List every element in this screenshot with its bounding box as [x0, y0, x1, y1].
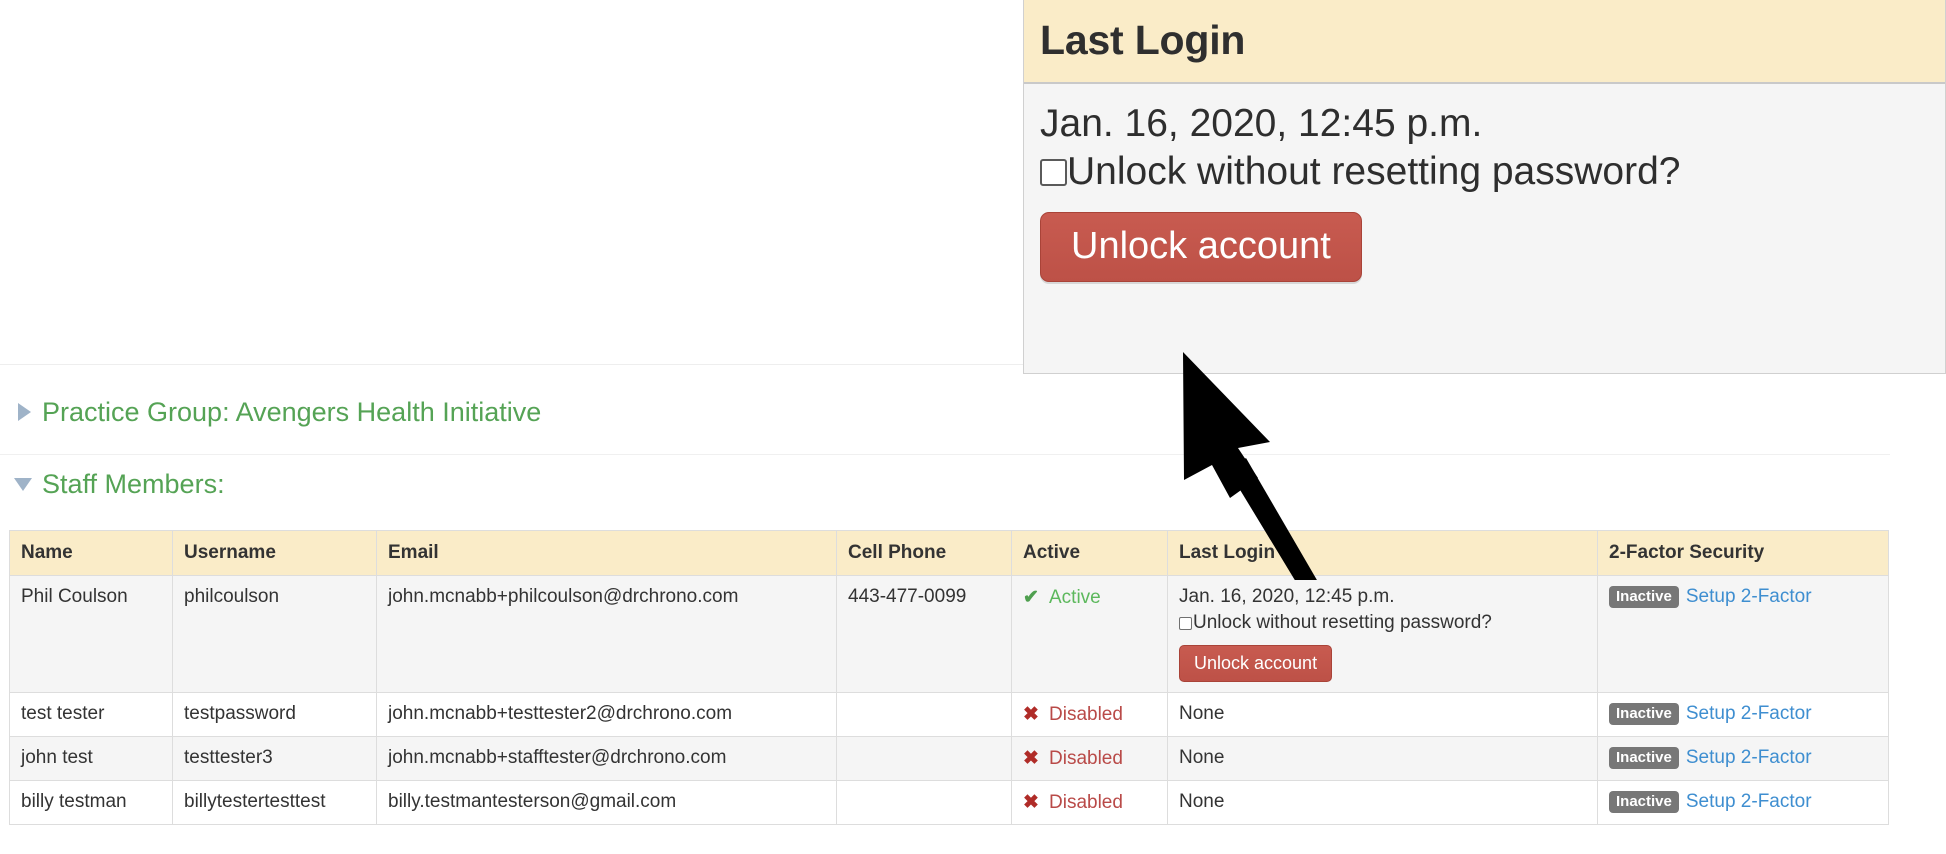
cell-name: john test — [9, 736, 173, 781]
twofactor-status-badge: Inactive — [1609, 791, 1679, 813]
unlock-checkbox-row[interactable]: Unlock without resetting password? — [1179, 612, 1587, 634]
section-staff-members[interactable]: Staff Members: — [14, 467, 225, 501]
column-header-active: Active — [1011, 530, 1168, 576]
status-badge: ✖ Disabled — [1023, 704, 1123, 725]
table-row[interactable]: test tester testpassword john.mcnabb+tes… — [9, 692, 1889, 737]
setup-2factor-link[interactable]: Setup 2-Factor — [1686, 747, 1812, 768]
cell-last-login: None — [1167, 780, 1598, 825]
status-label: Disabled — [1049, 748, 1123, 769]
table-row[interactable]: billy testman billytestertesttest billy.… — [9, 780, 1889, 825]
cell-username: testpassword — [172, 692, 377, 737]
zoom-last-login-date: Jan. 16, 2020, 12:45 p.m. — [1040, 102, 1483, 145]
column-header-name: Name — [9, 530, 173, 576]
staff-members-table: Name Username Email Cell Phone Active La… — [9, 530, 1889, 825]
triangle-down-icon[interactable] — [14, 477, 32, 491]
cell-username: testtester3 — [172, 736, 377, 781]
status-label: Active — [1049, 587, 1101, 608]
cell-cell-phone: 443-477-0099 — [836, 575, 1012, 693]
setup-2factor-link[interactable]: Setup 2-Factor — [1686, 791, 1812, 812]
twofactor-status-badge: Inactive — [1609, 747, 1679, 769]
cell-2factor: Inactive Setup 2-Factor — [1597, 575, 1889, 693]
section-divider — [0, 454, 1890, 455]
twofactor-status-badge: Inactive — [1609, 703, 1679, 725]
cell-cell-phone — [836, 692, 1012, 737]
table-row[interactable]: Phil Coulson philcoulson john.mcnabb+phi… — [9, 575, 1889, 693]
cell-name: billy testman — [9, 780, 173, 825]
staff-table-body: Phil Coulson philcoulson john.mcnabb+phi… — [9, 575, 1889, 825]
last-login-date: Jan. 16, 2020, 12:45 p.m. — [1179, 586, 1395, 607]
column-header-email: Email — [376, 530, 837, 576]
cell-username: philcoulson — [172, 575, 377, 693]
x-icon: ✖ — [1023, 748, 1039, 769]
zoom-unlock-checkbox-row[interactable]: Unlock without resetting password? — [1040, 149, 1945, 194]
zoom-unlock-checkbox-label: Unlock without resetting password? — [1067, 149, 1681, 193]
table-header-row: Name Username Email Cell Phone Active La… — [9, 530, 1889, 576]
unlock-account-button[interactable]: Unlock account — [1179, 645, 1333, 682]
x-icon: ✖ — [1023, 704, 1039, 725]
column-header-username: Username — [172, 530, 377, 576]
cell-cell-phone — [836, 780, 1012, 825]
cell-last-login: None — [1167, 736, 1598, 781]
cell-cell-phone — [836, 736, 1012, 781]
x-icon: ✖ — [1023, 792, 1039, 813]
last-login-zoom-panel: Last Login Jan. 16, 2020, 12:45 p.m. Unl… — [1023, 0, 1946, 374]
cell-active: ✖ Disabled — [1011, 780, 1168, 825]
status-badge: ✖ Disabled — [1023, 792, 1123, 813]
twofactor-status-badge: Inactive — [1609, 586, 1679, 608]
cell-2factor: Inactive Setup 2-Factor — [1597, 692, 1889, 737]
cell-name: Phil Coulson — [9, 575, 173, 693]
column-header-2factor: 2-Factor Security — [1597, 530, 1889, 576]
staff-table-container: Name Username Email Cell Phone Active La… — [9, 530, 1889, 825]
cell-email: john.mcnabb+stafftester@drchrono.com — [376, 736, 837, 781]
cell-name: test tester — [9, 692, 173, 737]
zoom-unlock-checkbox[interactable] — [1040, 158, 1067, 186]
cell-active: ✔ Active — [1011, 575, 1168, 693]
unlock-checkbox[interactable] — [1179, 616, 1192, 630]
status-badge: ✔ Active — [1023, 587, 1101, 608]
zoom-panel-title: Last Login — [1040, 16, 1246, 63]
status-label: Disabled — [1049, 792, 1123, 813]
cell-last-login: None — [1167, 692, 1598, 737]
cell-email: billy.testmantesterson@gmail.com — [376, 780, 837, 825]
table-row[interactable]: john test testtester3 john.mcnabb+stafft… — [9, 736, 1889, 781]
cell-email: john.mcnabb+testtester2@drchrono.com — [376, 692, 837, 737]
zoom-panel-header: Last Login — [1024, 0, 1945, 84]
cell-active: ✖ Disabled — [1011, 692, 1168, 737]
cell-username: billytestertesttest — [172, 780, 377, 825]
status-label: Disabled — [1049, 704, 1123, 725]
column-header-cell-phone: Cell Phone — [836, 530, 1012, 576]
section-staff-members-label: Staff Members: — [42, 468, 225, 499]
cell-2factor: Inactive Setup 2-Factor — [1597, 780, 1889, 825]
setup-2factor-link[interactable]: Setup 2-Factor — [1686, 586, 1812, 607]
zoom-panel-body: Jan. 16, 2020, 12:45 p.m. Unlock without… — [1024, 84, 1945, 282]
cell-2factor: Inactive Setup 2-Factor — [1597, 736, 1889, 781]
cell-email: john.mcnabb+philcoulson@drchrono.com — [376, 575, 837, 693]
cell-last-login: Jan. 16, 2020, 12:45 p.m. Unlock without… — [1167, 575, 1598, 693]
check-icon: ✔ — [1023, 587, 1039, 608]
status-badge: ✖ Disabled — [1023, 748, 1123, 769]
zoom-unlock-account-button[interactable]: Unlock account — [1040, 211, 1362, 282]
triangle-right-icon[interactable] — [18, 403, 31, 421]
cell-active: ✖ Disabled — [1011, 736, 1168, 781]
section-practice-group-label: Practice Group: Avengers Health Initiati… — [42, 396, 542, 427]
section-practice-group[interactable]: Practice Group: Avengers Health Initiati… — [18, 395, 541, 429]
unlock-checkbox-label: Unlock without resetting password? — [1193, 612, 1492, 633]
setup-2factor-link[interactable]: Setup 2-Factor — [1686, 703, 1812, 724]
column-header-last-login: Last Login — [1167, 530, 1598, 576]
